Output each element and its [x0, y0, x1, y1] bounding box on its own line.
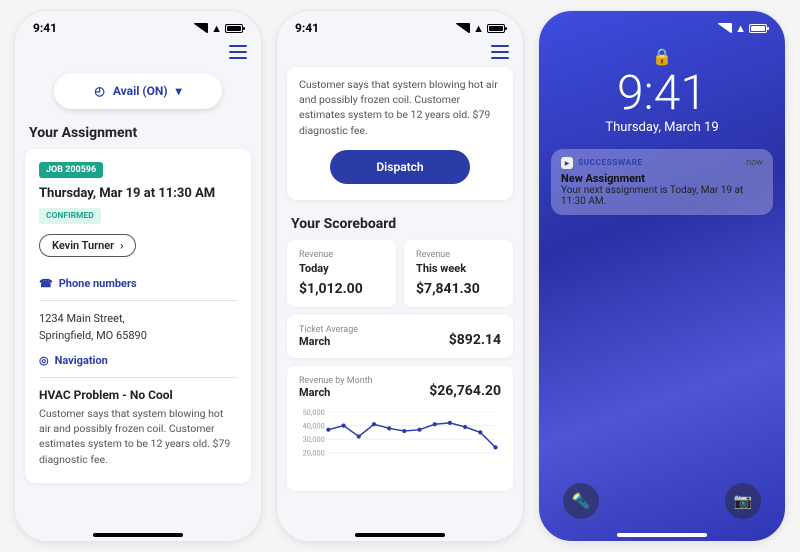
job-badge: JOB 200596 [39, 162, 103, 178]
revenue-month-card[interactable]: Revenue by Month March $26,764.20 50,000… [287, 366, 513, 491]
wifi-icon: ▲ [735, 22, 746, 35]
clock-icon: ◴ [94, 84, 104, 98]
section-title: Your Assignment [15, 121, 261, 149]
customer-name: Kevin Turner [52, 239, 114, 252]
map-pin-icon: ◎ [39, 354, 49, 367]
revenue-chart: 50,000 40,000 30,000 20,000 [299, 405, 501, 487]
app-icon: ▶ [561, 157, 573, 169]
home-indicator[interactable] [93, 533, 183, 537]
card-value: $1,012.00 [299, 281, 384, 297]
card-value: $892.14 [449, 332, 501, 348]
status-bar: 9:41 ▲ [15, 11, 261, 41]
phone-link-label: Phone numbers [59, 277, 137, 290]
camera-icon: 📷 [734, 492, 753, 510]
home-indicator[interactable] [617, 533, 707, 537]
issue-body: Customer says that system blowing hot ai… [299, 77, 501, 138]
home-indicator[interactable] [355, 533, 445, 537]
card-label: This week [416, 262, 501, 275]
phone-numbers-link[interactable]: ☎ Phone numbers [39, 277, 237, 290]
phone-screen-assignment: 9:41 ▲ ◴ Avail (ON) ▾ Your Assignment JO… [14, 10, 262, 542]
divider [39, 377, 237, 378]
wifi-icon: ▲ [473, 22, 484, 35]
card-value: $26,764.20 [429, 383, 501, 399]
notification-body: Your next assignment is Today, Mar 19 at… [561, 185, 763, 207]
svg-text:20,000: 20,000 [303, 448, 325, 457]
status-time: 9:41 [33, 21, 57, 35]
flashlight-button[interactable]: 🔦 [563, 483, 599, 519]
issue-body: Customer says that system blowing hot ai… [39, 406, 237, 467]
svg-text:50,000: 50,000 [303, 408, 325, 417]
wifi-icon: ▲ [211, 22, 222, 35]
address-line1: 1234 Main Street, [39, 311, 237, 328]
availability-label: Avail (ON) [113, 84, 168, 98]
svg-text:30,000: 30,000 [303, 435, 325, 444]
issue-title: HVAC Problem - No Cool [39, 388, 237, 402]
menu-icon[interactable] [491, 45, 509, 59]
dispatch-button[interactable]: Dispatch [330, 150, 470, 184]
card-category: Revenue by Month [299, 376, 373, 386]
battery-icon [225, 24, 243, 33]
signal-icon [718, 23, 732, 33]
card-value: $7,841.30 [416, 281, 501, 297]
section-title: Your Scoreboard [277, 212, 523, 240]
chevron-right-icon: › [120, 239, 123, 252]
menu-icon[interactable] [229, 45, 247, 59]
status-badge: CONFIRMED [39, 208, 101, 224]
camera-button[interactable]: 📷 [725, 483, 761, 519]
phone-screen-scoreboard: 9:41 ▲ Customer says that system blowing… [276, 10, 524, 542]
ticket-average-card[interactable]: Ticket Average March $892.14 [287, 315, 513, 358]
lock-time: 9:41 [539, 68, 785, 118]
card-category: Revenue [299, 250, 384, 260]
card-category: Ticket Average [299, 325, 358, 335]
notification-app: SUCCESSWARE [578, 158, 643, 168]
notification-time: now [746, 158, 763, 168]
phone-icon: ☎ [39, 277, 53, 290]
chevron-down-icon: ▾ [176, 84, 182, 98]
lock-date: Thursday, March 19 [539, 120, 785, 135]
svg-text:40,000: 40,000 [303, 421, 325, 430]
customer-chip[interactable]: Kevin Turner › [39, 234, 136, 257]
address: 1234 Main Street, Springfield, MO 65890 [39, 311, 237, 344]
nav-link-label: Navigation [55, 354, 108, 367]
notification-title: New Assignment [561, 172, 763, 185]
battery-icon [749, 24, 767, 33]
status-bar: ▲ [539, 11, 785, 41]
card-category: Revenue [416, 250, 501, 260]
revenue-today-card[interactable]: Revenue Today $1,012.00 [287, 240, 396, 307]
phone-lock-screen: ▲ 🔒 9:41 Thursday, March 19 ▶ SUCCESSWAR… [538, 10, 786, 542]
assignment-datetime: Thursday, Mar 19 at 11:30 AM [39, 186, 237, 201]
status-bar: 9:41 ▲ [277, 11, 523, 41]
card-label: March [299, 386, 373, 399]
address-line2: Springfield, MO 65890 [39, 328, 237, 345]
navigation-link[interactable]: ◎ Navigation [39, 354, 237, 367]
divider [39, 300, 237, 301]
assignment-card: JOB 200596 Thursday, Mar 19 at 11:30 AM … [25, 149, 251, 483]
signal-icon [194, 23, 208, 33]
assignment-card-partial: Customer says that system blowing hot ai… [287, 67, 513, 200]
availability-toggle[interactable]: ◴ Avail (ON) ▾ [54, 73, 222, 109]
notification[interactable]: ▶ SUCCESSWARE now New Assignment Your ne… [551, 149, 773, 215]
card-label: Today [299, 262, 384, 275]
status-time: 9:41 [295, 21, 319, 35]
card-label: March [299, 335, 358, 348]
battery-icon [487, 24, 505, 33]
signal-icon [456, 23, 470, 33]
revenue-week-card[interactable]: Revenue This week $7,841.30 [404, 240, 513, 307]
flashlight-icon: 🔦 [572, 492, 591, 510]
